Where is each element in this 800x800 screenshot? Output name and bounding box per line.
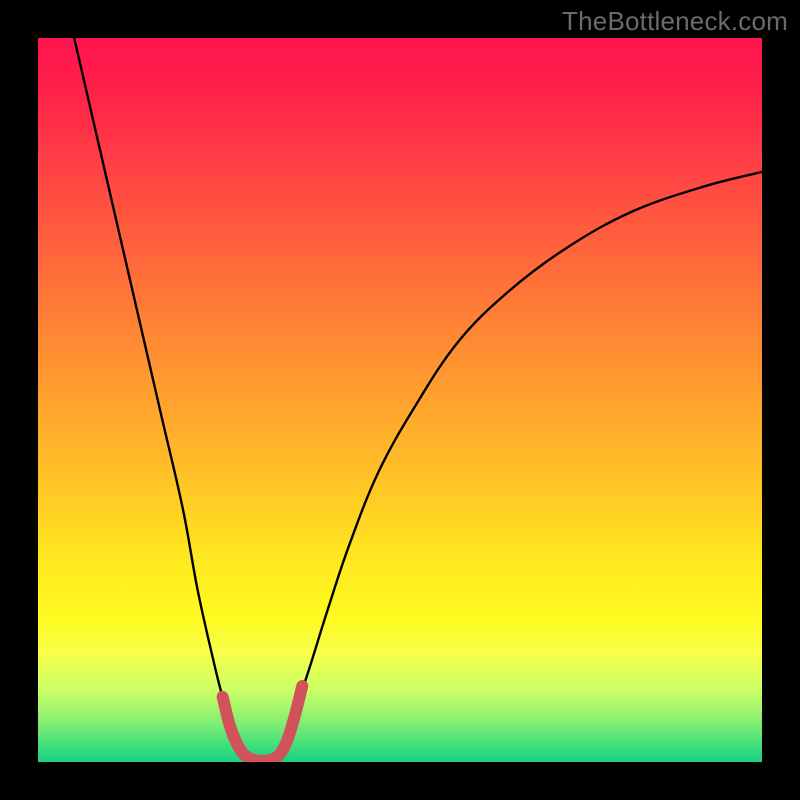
watermark-text: TheBottleneck.com	[562, 6, 788, 37]
plot-area	[38, 38, 762, 762]
series-bottom-highlight	[223, 686, 303, 761]
curve-layer	[38, 38, 762, 762]
chart-frame: TheBottleneck.com	[0, 0, 800, 800]
series-left-branch	[74, 38, 246, 758]
series-right-branch	[277, 172, 762, 758]
